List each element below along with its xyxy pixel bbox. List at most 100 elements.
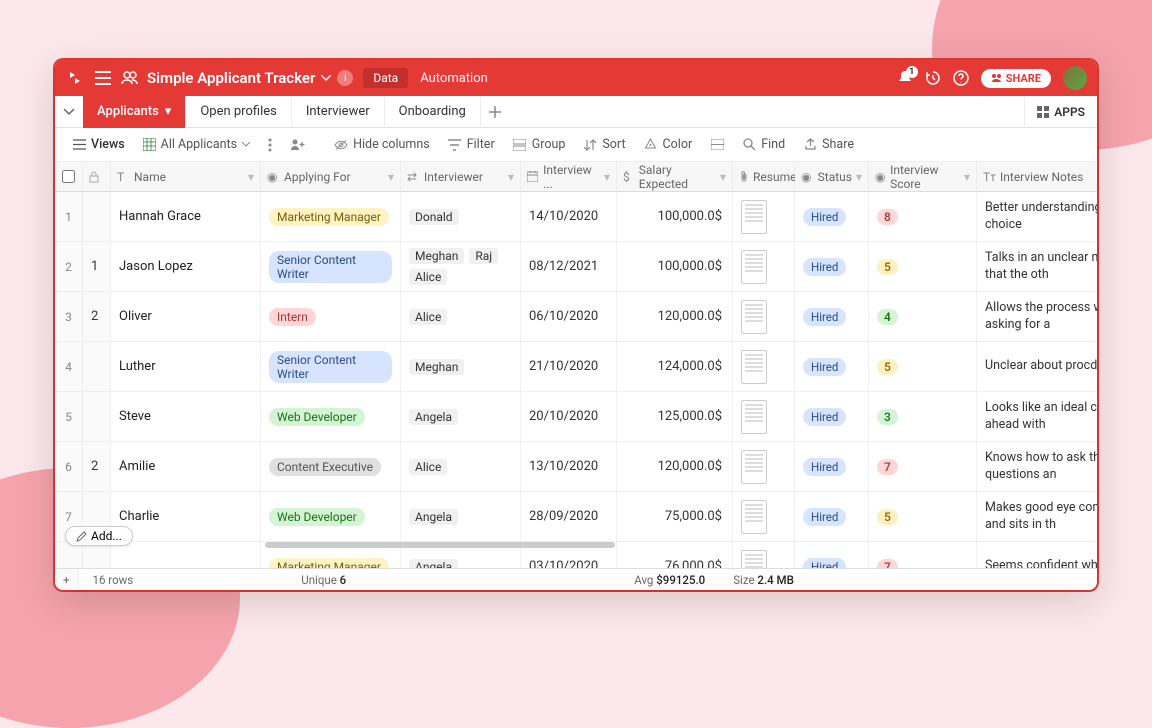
- cell-status[interactable]: Hired: [795, 342, 869, 392]
- cell-name[interactable]: Amilie: [111, 442, 261, 492]
- cell-applying-for[interactable]: Marketing Manager: [261, 192, 401, 242]
- column-interview-date[interactable]: Interview ...▾: [521, 162, 617, 192]
- cell-date[interactable]: 14/10/2020: [521, 192, 617, 242]
- history-icon[interactable]: [925, 70, 941, 86]
- chevron-down-icon[interactable]: ▾: [248, 170, 254, 184]
- cell-applying-for[interactable]: Web Developer: [261, 392, 401, 442]
- add-tab-button[interactable]: [481, 106, 509, 118]
- apps-button[interactable]: APPS: [1024, 96, 1097, 128]
- cell-status[interactable]: Hired: [795, 392, 869, 442]
- help-icon[interactable]: [953, 70, 969, 86]
- cell-resume[interactable]: [733, 342, 795, 392]
- cell-resume[interactable]: [733, 192, 795, 242]
- collaborators-icon[interactable]: [121, 71, 139, 85]
- cell-applying-for[interactable]: Senior Content Writer: [261, 242, 401, 292]
- views-button[interactable]: Views: [65, 134, 132, 155]
- resume-thumbnail[interactable]: [741, 300, 767, 334]
- cell-date[interactable]: 13/10/2020: [521, 442, 617, 492]
- cell-salary[interactable]: 125,000.0$: [617, 392, 733, 442]
- collaborator-add-icon[interactable]: [283, 136, 313, 154]
- cell-interviewer[interactable]: Angela: [401, 492, 521, 542]
- add-row-area[interactable]: +: [55, 569, 79, 590]
- cell-resume[interactable]: [733, 242, 795, 292]
- cell-resume[interactable]: [733, 442, 795, 492]
- view-options-icon[interactable]: [261, 135, 279, 155]
- cell-notes[interactable]: Allows the process without asking for a: [977, 292, 1097, 342]
- info-icon[interactable]: i: [337, 70, 353, 86]
- sort-button[interactable]: Sort: [576, 134, 632, 155]
- cell-name[interactable]: Luther: [111, 342, 261, 392]
- row-number[interactable]: 3: [55, 292, 83, 342]
- cell-applying-for[interactable]: Web Developer: [261, 492, 401, 542]
- resume-thumbnail[interactable]: [741, 350, 767, 384]
- chevron-down-icon[interactable]: ▾: [388, 170, 394, 184]
- column-score[interactable]: ◉Interview Score▾: [869, 162, 977, 192]
- share-button[interactable]: SHARE: [981, 69, 1051, 88]
- base-title[interactable]: Simple Applicant Tracker: [147, 69, 315, 87]
- row-height-button[interactable]: [703, 135, 731, 155]
- cell-name[interactable]: Hannah Grace: [111, 192, 261, 242]
- cell-status[interactable]: Hired: [795, 492, 869, 542]
- resume-thumbnail[interactable]: [741, 250, 767, 284]
- cell-applying-for[interactable]: Senior Content Writer: [261, 342, 401, 392]
- cell-notes[interactable]: Makes good eye con stands, and sits in t…: [977, 492, 1097, 542]
- cell-date[interactable]: 06/10/2020: [521, 292, 617, 342]
- horizontal-scrollbar[interactable]: [265, 542, 615, 548]
- cell-score[interactable]: 5: [869, 242, 977, 292]
- cell-name[interactable]: Charlie: [111, 492, 261, 542]
- column-interviewer[interactable]: ⇄Interviewer▾: [401, 162, 521, 192]
- cell-notes[interactable]: Better understanding good choice: [977, 192, 1097, 242]
- cell-notes[interactable]: Knows how to ask th relevant questions a…: [977, 442, 1097, 492]
- color-button[interactable]: Color: [637, 134, 700, 155]
- cell-score[interactable]: 3: [869, 392, 977, 442]
- cell-notes[interactable]: Unclear about procd: [977, 342, 1097, 392]
- cell-interviewer[interactable]: MeghanRajAlice: [401, 242, 521, 292]
- cell-interviewer[interactable]: Alice: [401, 442, 521, 492]
- column-status[interactable]: ◉Status▾: [795, 162, 869, 192]
- cell-salary[interactable]: 75,000.0$: [617, 492, 733, 542]
- cell-status[interactable]: Hired: [795, 442, 869, 492]
- cell-score[interactable]: 4: [869, 292, 977, 342]
- cell-date[interactable]: 20/10/2020: [521, 392, 617, 442]
- cell-salary[interactable]: 120,000.0$: [617, 442, 733, 492]
- automation-tab[interactable]: Automation: [420, 71, 488, 86]
- row-number[interactable]: 6: [55, 442, 83, 492]
- user-avatar[interactable]: [1063, 66, 1087, 90]
- add-record-button[interactable]: Add...: [65, 526, 133, 546]
- tabs-expand-icon[interactable]: [55, 108, 83, 116]
- cell-interviewer[interactable]: Alice: [401, 292, 521, 342]
- cell-status[interactable]: Hired: [795, 542, 869, 568]
- cell-status[interactable]: Hired: [795, 192, 869, 242]
- chevron-down-icon[interactable]: ▾: [604, 170, 610, 184]
- notifications-icon[interactable]: 1: [897, 70, 913, 86]
- cell-interviewer[interactable]: Meghan: [401, 342, 521, 392]
- chevron-down-icon[interactable]: ▾: [508, 170, 514, 184]
- cell-salary[interactable]: 76,000.0$: [617, 542, 733, 568]
- cell-applying-for[interactable]: Intern: [261, 292, 401, 342]
- resume-thumbnail[interactable]: [741, 500, 767, 534]
- cell-date[interactable]: 21/10/2020: [521, 342, 617, 392]
- resume-thumbnail[interactable]: [741, 450, 767, 484]
- cell-score[interactable]: 7: [869, 542, 977, 568]
- resume-thumbnail[interactable]: [741, 200, 767, 234]
- cell-interviewer[interactable]: Donald: [401, 192, 521, 242]
- group-button[interactable]: Group: [506, 134, 573, 155]
- resume-thumbnail[interactable]: [741, 550, 767, 569]
- cell-applying-for[interactable]: Content Executive: [261, 442, 401, 492]
- hide-columns-button[interactable]: Hide columns: [327, 134, 437, 155]
- cell-resume[interactable]: [733, 392, 795, 442]
- title-dropdown-icon[interactable]: [321, 75, 331, 81]
- cell-score[interactable]: 5: [869, 492, 977, 542]
- cell-status[interactable]: Hired: [795, 242, 869, 292]
- column-salary[interactable]: $Salary Expected▾: [617, 162, 733, 192]
- cell-date[interactable]: 28/09/2020: [521, 492, 617, 542]
- select-all-checkbox[interactable]: [55, 162, 83, 192]
- row-number[interactable]: 1: [55, 192, 83, 242]
- cell-name[interactable]: [111, 542, 261, 568]
- cell-name[interactable]: Oliver: [111, 292, 261, 342]
- cell-salary[interactable]: 120,000.0$: [617, 292, 733, 342]
- find-button[interactable]: Find: [735, 134, 792, 155]
- column-notes[interactable]: TтInterview Notes: [977, 162, 1097, 192]
- row-number[interactable]: 2: [55, 242, 83, 292]
- cell-notes[interactable]: Looks like an ideal ca go ahead with: [977, 392, 1097, 442]
